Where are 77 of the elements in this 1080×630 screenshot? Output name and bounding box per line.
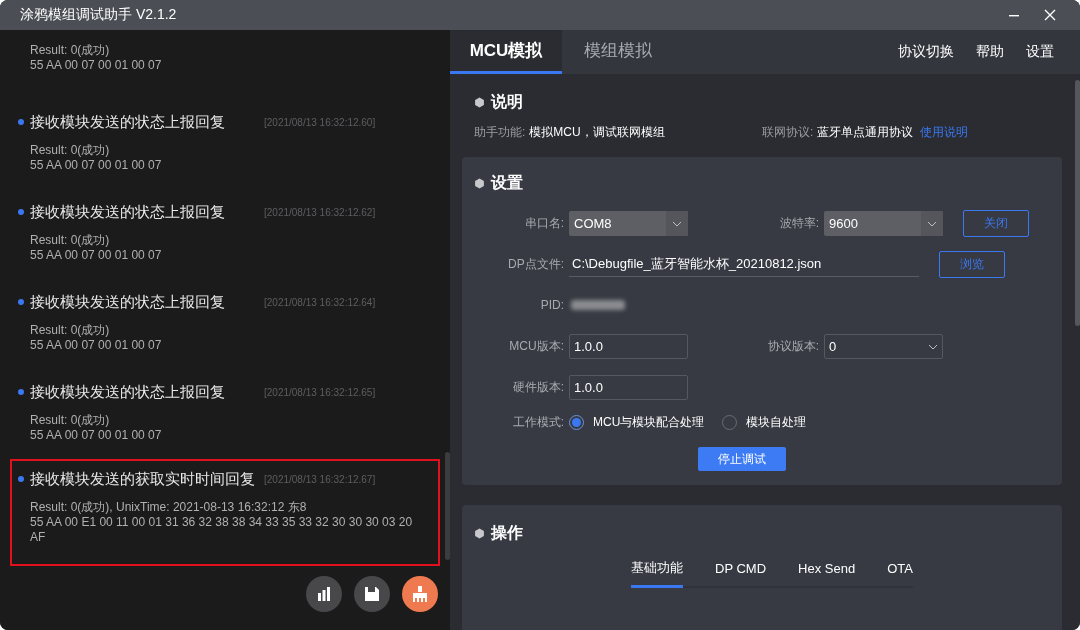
chevron-down-icon <box>928 342 938 351</box>
log-hex: 55 AA 00 07 00 01 00 07 <box>29 248 163 263</box>
log-result: Result: 0(成功) <box>29 413 111 428</box>
bullet-dot <box>18 389 24 395</box>
bullet-dot <box>18 299 24 305</box>
log-hex: 55 AA 00 07 00 01 00 07 <box>29 338 163 353</box>
field-label: 硬件版本: <box>511 378 565 396</box>
usage-link[interactable]: 使用说明 <box>920 124 968 141</box>
log-timestamp: [2021/08/13 16:32:12.60] <box>264 116 376 128</box>
scrollbar[interactable] <box>1075 80 1080 326</box>
tab[interactable]: 模组模拟 <box>562 30 674 74</box>
file-path-field[interactable]: C:\Debugfile_蓝牙智能水杯_20210812.json <box>569 251 919 277</box>
menu-item[interactable]: 帮助 <box>976 43 1004 61</box>
log-title: 接收模块发送的状态上报回复 <box>30 292 226 312</box>
info-value: 蓝牙单点通用协议 <box>817 124 914 141</box>
info-label: 助手功能: <box>474 124 526 141</box>
mcu-version-field[interactable]: 1.0.0 <box>569 333 688 359</box>
log-hex: 55 AA 00 E1 00 11 00 01 31 36 32 38 38 34 33 35 33 32 30 30 30 03 20 AF <box>29 515 414 545</box>
info-label: 联网协议: <box>762 124 814 141</box>
bullet-dot <box>18 119 24 125</box>
radio-option[interactable]: MCU与模块配合处理 <box>569 413 705 431</box>
radio-option[interactable]: 模块自处理 <box>722 413 807 431</box>
bullet-dot <box>18 209 24 215</box>
stop-debug-button[interactable]: 停止调试 <box>698 447 786 471</box>
log-title: 接收模块发送的状态上报回复 <box>30 112 226 132</box>
log-hex: 55 AA 00 07 00 01 00 07 <box>29 158 163 173</box>
field-label: 协议版本: <box>766 337 820 355</box>
field-label: PID: <box>539 298 565 312</box>
section-title: 设置 <box>491 172 523 193</box>
window-title: 涂鸦模组调试助手 V2.1.2 <box>20 6 178 24</box>
section-title: 操作 <box>491 522 523 543</box>
save-button[interactable] <box>354 576 390 612</box>
baud-select[interactable]: 9600 <box>824 210 943 236</box>
hexagon-icon <box>474 527 485 539</box>
scrollbar[interactable] <box>445 452 450 560</box>
close-icon <box>1044 9 1056 21</box>
log-result: Result: 0(成功) <box>29 323 111 338</box>
info-value: 模拟MCU，调试联网模组 <box>529 124 665 141</box>
log-result: Result: 0(成功) <box>29 143 111 158</box>
log-timestamp: [2021/08/13 16:32:12.62] <box>264 206 376 218</box>
log-timestamp: [2021/08/13 16:32:12.65] <box>264 386 376 398</box>
hardware-version-field[interactable]: 1.0.0 <box>569 374 688 400</box>
chevron-down-icon <box>921 210 943 236</box>
chart-button[interactable] <box>306 576 342 612</box>
section-title: 说明 <box>491 91 523 112</box>
log-timestamp: [2021/08/13 16:32:12.64] <box>264 296 376 308</box>
log-result: Result: 0(成功) <box>29 43 111 58</box>
field-label: MCU版本: <box>508 337 565 355</box>
bullet-dot <box>18 476 24 482</box>
tab[interactable]: 基础功能 <box>631 559 683 588</box>
bar-chart-icon <box>316 586 332 602</box>
menu-item[interactable]: 协议切换 <box>898 43 954 61</box>
tab[interactable]: Hex Send <box>798 559 856 588</box>
hexagon-icon <box>474 96 485 108</box>
log-title: 接收模块发送的状态上报回复 <box>30 382 226 402</box>
menu-item[interactable]: 设置 <box>1026 43 1054 61</box>
broom-icon <box>411 585 429 603</box>
log-hex: 55 AA 00 07 00 01 00 07 <box>29 428 163 443</box>
protocol-version-select[interactable]: 0 <box>824 333 943 359</box>
field-label: 工作模式: <box>511 413 565 431</box>
port-select[interactable]: COM8 <box>569 210 688 236</box>
tab[interactable]: OTA <box>887 559 913 588</box>
clear-button[interactable] <box>402 576 438 612</box>
log-timestamp: [2021/08/13 16:32:12.67] <box>264 473 376 485</box>
log-hex: 55 AA 00 07 00 01 00 07 <box>29 58 163 73</box>
field-label: 串口名: <box>523 214 565 232</box>
tab[interactable]: MCU模拟 <box>450 30 562 74</box>
log-result: Result: 0(成功), UnixTime: 2021-08-13 16:32:12 东8 <box>29 500 308 515</box>
log-title: 接收模块发送的状态上报回复 <box>30 202 226 222</box>
hexagon-icon <box>474 177 485 189</box>
field-label: 波特率: <box>778 214 820 232</box>
log-title: 接收模块发送的获取实时时间回复 <box>30 469 256 489</box>
redacted-value <box>571 300 625 310</box>
log-result: Result: 0(成功) <box>29 233 111 248</box>
field-label: DP点文件: <box>507 255 565 273</box>
tab[interactable]: DP CMD <box>715 559 767 588</box>
chevron-down-icon <box>666 210 688 236</box>
